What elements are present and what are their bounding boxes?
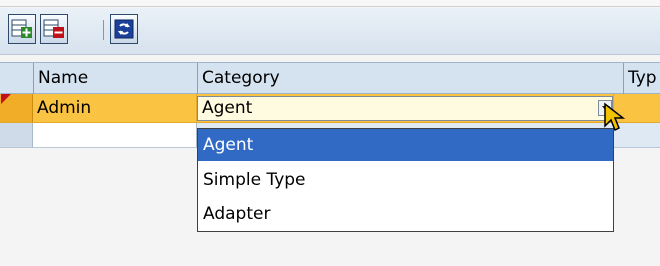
row-selector-header[interactable] [0, 63, 33, 94]
toolbar [0, 8, 660, 55]
dropdown-option-agent[interactable]: Agent [198, 129, 613, 161]
name-cell[interactable]: Admin [33, 94, 197, 122]
row-selector[interactable] [0, 94, 33, 122]
add-row-icon [11, 19, 32, 38]
dropdown-option-simple-type[interactable]: Simple Type [198, 164, 613, 196]
column-header-type[interactable]: Typ [623, 63, 660, 94]
column-header-category[interactable]: Category [197, 63, 623, 94]
refresh-button[interactable] [110, 14, 138, 44]
dropdown-option-adapter[interactable]: Adapter [198, 198, 613, 230]
table-header-row: Name Category Typ [0, 62, 660, 94]
top-border [0, 0, 660, 7]
category-combobox[interactable]: Agent [197, 96, 613, 121]
table-row[interactable]: Admin Agent [0, 94, 660, 123]
remove-row-button[interactable] [40, 14, 68, 44]
toolbar-separator [103, 20, 104, 40]
name-cell[interactable] [33, 123, 197, 147]
category-dropdown-list: Agent Simple Type Adapter [197, 128, 614, 232]
refresh-icon [114, 19, 134, 39]
remove-row-icon [43, 19, 64, 38]
column-header-name[interactable]: Name [33, 63, 197, 94]
add-row-button[interactable] [8, 14, 36, 44]
mouse-cursor-icon [604, 102, 626, 132]
row-selector[interactable] [0, 123, 33, 147]
changed-row-marker [1, 94, 11, 104]
